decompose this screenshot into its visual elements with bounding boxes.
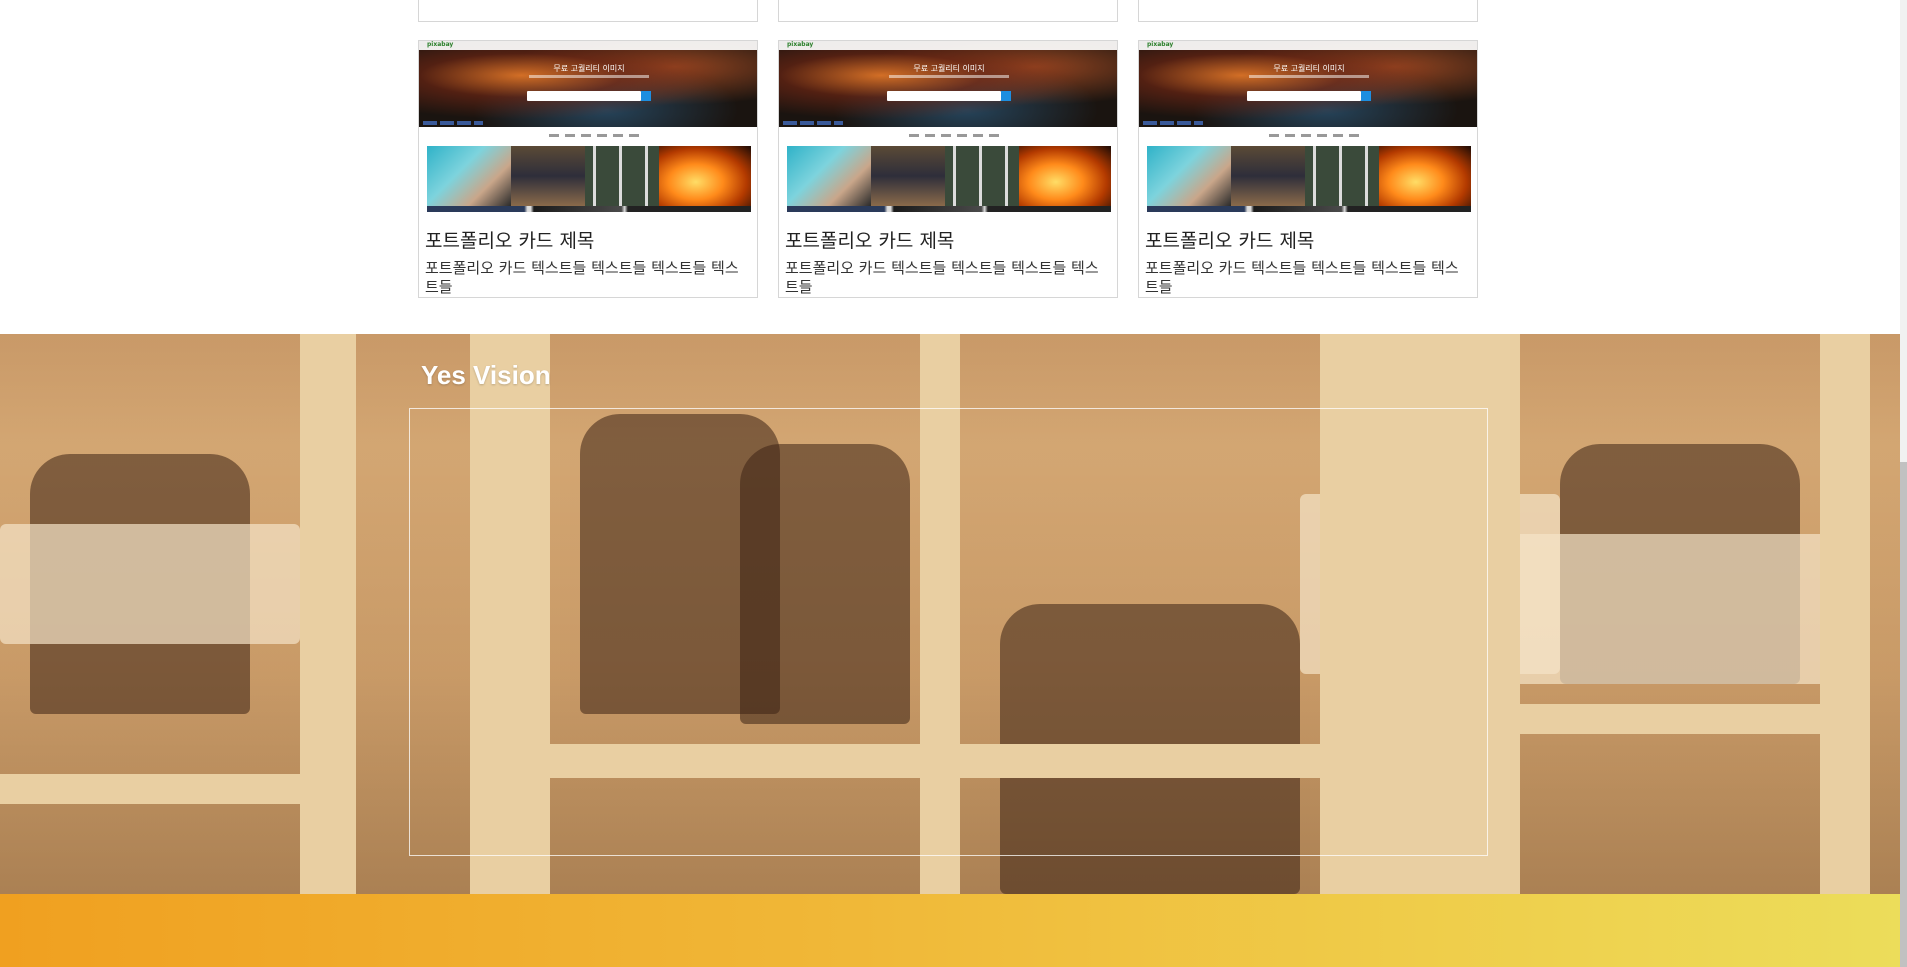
thumbnail-subtext	[529, 75, 649, 78]
thumbnail-tabs	[549, 134, 639, 137]
thumbnail-tags	[1143, 121, 1203, 125]
page-scrollbar[interactable]	[1900, 0, 1907, 967]
card-thumbnail: pixabay 무료 고퀄리티 이미지	[419, 41, 757, 212]
portfolio-card-top-2[interactable]: 트들	[778, 0, 1118, 22]
thumbnail-tags	[783, 121, 843, 125]
vision-title: Yes Vision	[421, 360, 551, 390]
thumbnail-topbar	[419, 41, 757, 50]
thumbnail-search	[1247, 91, 1361, 101]
vision-section: Yes Vision	[0, 334, 1900, 894]
thumbnail-search	[527, 91, 641, 101]
bg-window-frame	[300, 334, 356, 894]
vision-content-box	[409, 408, 1488, 856]
thumbnail-search-icon	[641, 91, 651, 101]
photo	[787, 146, 871, 206]
portfolio-card-3[interactable]: pixabay 무료 고퀄리티 이미지 포트폴리오 카드 제목 포트폴리오 카드…	[1138, 40, 1478, 298]
photo	[427, 146, 511, 206]
photo	[1305, 146, 1379, 206]
bg-window-frame	[1820, 334, 1870, 894]
thumbnail-subtext	[889, 75, 1009, 78]
portfolio-cards-section: 트들 트들 트들 pixabay 무료 고퀄리티 이미지	[418, 0, 1480, 334]
portfolio-card-top-1[interactable]: 트들	[418, 0, 758, 22]
page: 트들 트들 트들 pixabay 무료 고퀄리티 이미지	[0, 0, 1900, 967]
thumbnail-search	[887, 91, 1001, 101]
thumbnail-heading: 무료 고퀄리티 이미지	[1273, 64, 1345, 73]
bg-window-frame	[0, 774, 320, 804]
portfolio-card-2[interactable]: pixabay 무료 고퀄리티 이미지 포트폴리오 카드 제목 포트폴리오 카드…	[778, 40, 1118, 298]
photo	[945, 146, 1019, 206]
thumbnail-tags	[423, 121, 483, 125]
card-text: 포트폴리오 카드 텍스트들 텍스트들 텍스트들 텍스트들	[1145, 259, 1459, 296]
thumbnail-topbar	[779, 41, 1117, 50]
footer-band	[0, 894, 1900, 967]
thumbnail-strip	[787, 206, 1111, 212]
thumbnail-hero	[1139, 41, 1477, 127]
photo	[585, 146, 659, 206]
thumbnail-heading: 무료 고퀄리티 이미지	[553, 64, 625, 73]
thumbnail-tabs	[1269, 134, 1359, 137]
photo	[659, 146, 751, 206]
photo	[1019, 146, 1111, 206]
bg-table	[0, 524, 300, 644]
thumbnail-topbar	[1139, 41, 1477, 50]
thumbnail-logo: pixabay	[1147, 41, 1174, 48]
card-text: 포트폴리오 카드 텍스트들 텍스트들 텍스트들 텍스트들	[425, 259, 739, 296]
photo	[1231, 146, 1305, 206]
scrollbar-thumb[interactable]	[1900, 462, 1907, 967]
thumbnail-logo: pixabay	[787, 41, 814, 48]
thumbnail-strip	[427, 206, 751, 212]
thumbnail-tabs	[909, 134, 999, 137]
card-title: 포트폴리오 카드 제목	[1145, 230, 1315, 252]
thumbnail-photo-grid	[427, 146, 751, 206]
portfolio-card-top-3[interactable]: 트들	[1138, 0, 1478, 22]
card-title: 포트폴리오 카드 제목	[425, 230, 595, 252]
photo	[871, 146, 945, 206]
thumbnail-photo-grid	[787, 146, 1111, 206]
thumbnail-hero	[779, 41, 1117, 127]
photo	[1147, 146, 1231, 206]
thumbnail-search-icon	[1361, 91, 1371, 101]
photo	[1379, 146, 1471, 206]
bg-window-frame	[1510, 704, 1830, 734]
thumbnail-strip	[1147, 206, 1471, 212]
photo	[511, 146, 585, 206]
card-title: 포트폴리오 카드 제목	[785, 230, 955, 252]
thumbnail-photo-grid	[1147, 146, 1471, 206]
thumbnail-hero	[419, 41, 757, 127]
portfolio-card-1[interactable]: pixabay 무료 고퀄리티 이미지 포트폴리오 카드 제목 포트폴리오 카드…	[418, 40, 758, 298]
thumbnail-logo: pixabay	[427, 41, 454, 48]
card-text: 포트폴리오 카드 텍스트들 텍스트들 텍스트들 텍스트들	[785, 259, 1099, 296]
thumbnail-search-icon	[1001, 91, 1011, 101]
card-thumbnail: pixabay 무료 고퀄리티 이미지	[779, 41, 1117, 212]
card-thumbnail: pixabay 무료 고퀄리티 이미지	[1139, 41, 1477, 212]
thumbnail-subtext	[1249, 75, 1369, 78]
thumbnail-heading: 무료 고퀄리티 이미지	[913, 64, 985, 73]
